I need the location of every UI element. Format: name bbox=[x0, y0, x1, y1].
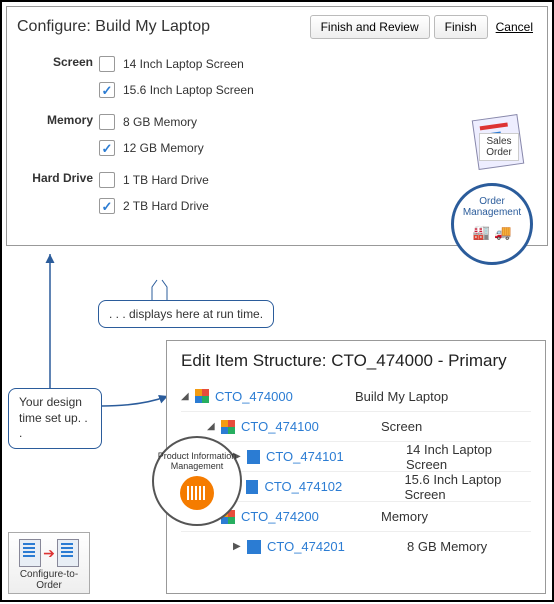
callout-design: Your design time set up. . . bbox=[8, 388, 102, 449]
edit-item-structure-title: Edit Item Structure: CTO_474000 - Primar… bbox=[181, 351, 531, 371]
configure-header: Configure: Build My Laptop Finish and Re… bbox=[17, 15, 537, 39]
configure-title: Configure: Build My Laptop bbox=[17, 18, 210, 36]
tree-row: ▶ CTO_4742018 GB Memory bbox=[181, 531, 531, 561]
item-description: Memory bbox=[381, 509, 428, 524]
order-management-label: Order Management bbox=[454, 196, 530, 218]
configure-to-order-badge: ➔ Configure-to-Order bbox=[8, 532, 90, 594]
item-description: Build My Laptop bbox=[355, 389, 448, 404]
order-management-icon: 🏭🚚 bbox=[473, 224, 512, 241]
option-label: 1 TB Hard Drive bbox=[123, 173, 209, 187]
item-description: 15.6 Inch Laptop Screen bbox=[404, 472, 531, 502]
cto-label: Configure-to-Order bbox=[13, 569, 85, 591]
option-row: 14 Inch Laptop Screen bbox=[99, 51, 537, 77]
option-label: 12 GB Memory bbox=[123, 141, 204, 155]
checkbox[interactable] bbox=[99, 114, 115, 130]
option-group: Screen 14 Inch Laptop Screen 15.6 Inch Lap… bbox=[17, 51, 537, 103]
cto-icon: ➔ bbox=[13, 539, 85, 567]
item-code-link[interactable]: CTO_474100 bbox=[241, 419, 381, 434]
option-label: 2 TB Hard Drive bbox=[123, 199, 209, 213]
item-description: 8 GB Memory bbox=[407, 539, 487, 554]
item-icon bbox=[246, 480, 259, 494]
item-icon bbox=[247, 450, 260, 464]
tree-row: ◢ CTO_474100Screen bbox=[181, 411, 531, 441]
checkbox[interactable] bbox=[99, 82, 115, 98]
finish-and-review-button[interactable]: Finish and Review bbox=[310, 15, 430, 39]
item-description: Screen bbox=[381, 419, 422, 434]
model-icon bbox=[221, 420, 235, 434]
item-code-link[interactable]: CTO_474200 bbox=[241, 509, 381, 524]
model-icon bbox=[195, 389, 209, 403]
tree-row: ◢ CTO_474000Build My Laptop bbox=[181, 381, 531, 411]
option-label: 15.6 Inch Laptop Screen bbox=[123, 83, 254, 97]
pim-label: Product Information Management bbox=[154, 452, 240, 472]
order-management-badge: Order Management 🏭🚚 bbox=[451, 183, 533, 265]
cancel-button[interactable]: Cancel bbox=[492, 15, 537, 39]
callout-runtime: . . . displays here at run time. bbox=[98, 300, 274, 328]
checkbox[interactable] bbox=[99, 140, 115, 156]
group-label: Memory bbox=[17, 109, 99, 161]
option-row: 12 GB Memory bbox=[99, 135, 537, 161]
collapse-toggle-icon[interactable]: ▶ bbox=[233, 541, 243, 552]
product-information-management-badge: Product Information Management bbox=[152, 436, 242, 526]
option-group: Memory 8 GB Memory 12 GB Memory bbox=[17, 109, 537, 161]
group-label: Screen bbox=[17, 51, 99, 103]
header-buttons: Finish and Review Finish Cancel bbox=[310, 15, 537, 39]
item-code-link[interactable]: CTO_474000 bbox=[215, 389, 355, 404]
item-code-link[interactable]: CTO_474102 bbox=[264, 479, 404, 494]
checkbox[interactable] bbox=[99, 172, 115, 188]
item-description: 14 Inch Laptop Screen bbox=[406, 442, 531, 472]
expand-toggle-icon[interactable]: ◢ bbox=[181, 391, 191, 402]
barcode-icon bbox=[180, 476, 214, 510]
finish-button[interactable]: Finish bbox=[434, 15, 488, 39]
checkbox[interactable] bbox=[99, 56, 115, 72]
item-icon bbox=[247, 540, 261, 554]
checkbox[interactable] bbox=[99, 198, 115, 214]
item-code-link[interactable]: CTO_474101 bbox=[266, 449, 406, 464]
sales-order-label: Sales Order bbox=[479, 133, 519, 161]
option-row: 15.6 Inch Laptop Screen bbox=[99, 77, 537, 103]
expand-toggle-icon[interactable]: ◢ bbox=[207, 421, 217, 432]
configure-panel: Configure: Build My Laptop Finish and Re… bbox=[6, 6, 548, 246]
item-code-link[interactable]: CTO_474201 bbox=[267, 539, 407, 554]
group-label: Hard Drive bbox=[17, 167, 99, 219]
option-label: 8 GB Memory bbox=[123, 115, 197, 129]
option-label: 14 Inch Laptop Screen bbox=[123, 57, 244, 71]
sales-order-badge: Sales Order bbox=[475, 117, 529, 167]
